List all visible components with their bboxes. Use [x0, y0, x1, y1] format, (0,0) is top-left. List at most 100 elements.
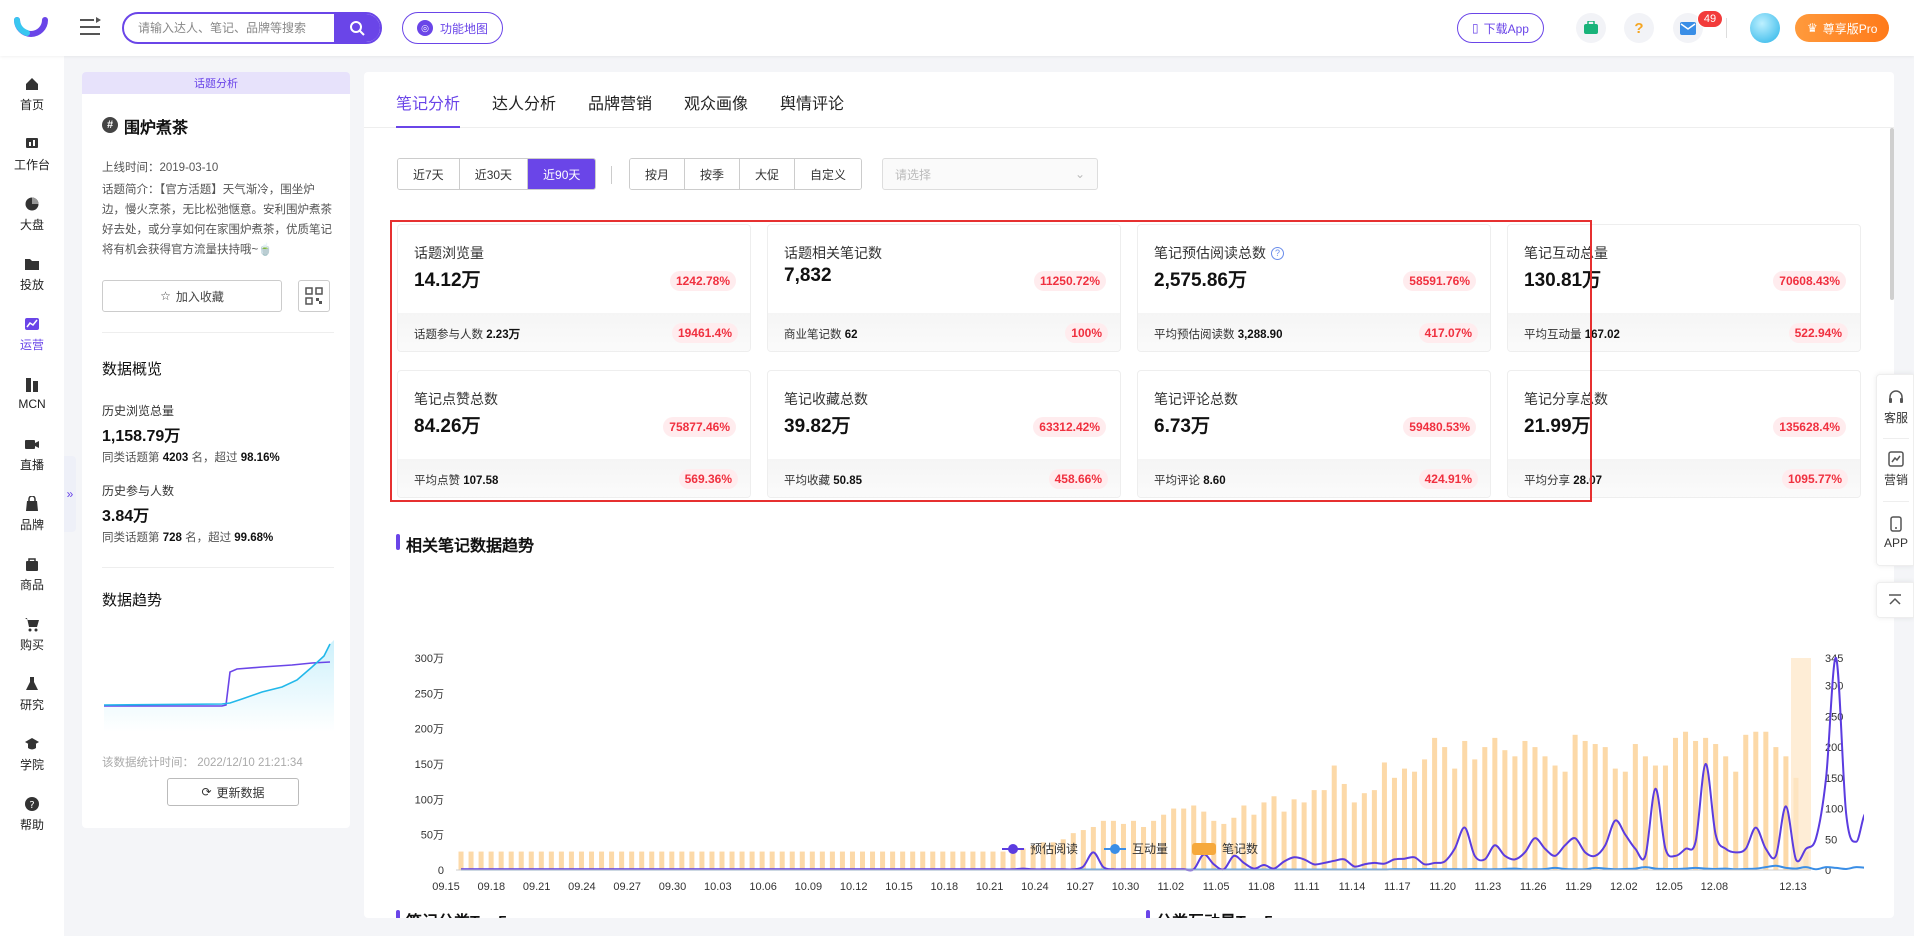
notes-bar[interactable] — [649, 851, 655, 870]
notes-bar[interactable] — [960, 851, 966, 870]
notes-bar[interactable] — [1090, 826, 1096, 870]
scrollbar[interactable] — [1890, 128, 1894, 300]
notes-bar[interactable] — [1381, 762, 1387, 870]
notes-bar[interactable] — [1672, 737, 1679, 870]
tab-influencer-analysis[interactable]: 达人分析 — [492, 90, 556, 114]
notes-bar[interactable] — [890, 851, 896, 870]
notes-bar[interactable] — [1331, 765, 1337, 870]
notes-bar[interactable] — [1753, 731, 1759, 870]
sidebar-item-7[interactable]: 品牌 — [0, 488, 64, 540]
notes-bar[interactable] — [679, 851, 685, 870]
notes-bar[interactable] — [1432, 737, 1438, 870]
notes-bar[interactable] — [859, 851, 866, 870]
notes-bar[interactable] — [538, 851, 544, 870]
notes-bar[interactable] — [1401, 768, 1408, 870]
function-map-button[interactable]: ◎ 功能地图 — [402, 12, 504, 44]
period-promotion[interactable]: 大促 — [740, 159, 796, 189]
notes-bar[interactable] — [920, 851, 926, 870]
notes-bar[interactable] — [1572, 734, 1578, 870]
notes-bar[interactable] — [599, 851, 605, 870]
notes-bar[interactable] — [1191, 805, 1197, 870]
notes-bar[interactable] — [719, 851, 725, 870]
notes-bar[interactable] — [950, 851, 956, 870]
sidebar-item-12[interactable]: ? 帮助 — [0, 788, 64, 840]
notes-bar[interactable] — [849, 851, 855, 870]
notes-bar[interactable] — [1171, 808, 1177, 870]
notes-bar[interactable] — [1592, 744, 1598, 870]
notes-bar[interactable] — [1361, 793, 1367, 870]
notes-bar[interactable] — [1452, 768, 1458, 870]
period-custom[interactable]: 自定义 — [795, 159, 862, 189]
notes-bar[interactable] — [548, 851, 554, 870]
notes-bar[interactable] — [1733, 771, 1739, 870]
notes-bar[interactable] — [568, 851, 574, 870]
add-favorite-button[interactable]: ☆ 加入收藏 — [102, 280, 282, 312]
notes-bar[interactable] — [1391, 777, 1397, 870]
notes-bar[interactable] — [1462, 740, 1468, 870]
qrcode-button[interactable] — [298, 280, 330, 312]
notes-bar[interactable] — [1482, 747, 1488, 870]
range-90-days[interactable]: 近90天 — [528, 159, 596, 189]
notes-bar[interactable] — [1562, 771, 1568, 870]
sidebar-item-0[interactable]: 首页 — [0, 68, 64, 120]
notes-bar[interactable] — [1512, 756, 1518, 870]
range-30-days[interactable]: 近30天 — [459, 159, 529, 189]
tab-brand-marketing[interactable]: 品牌营销 — [588, 90, 652, 114]
notes-bar[interactable] — [659, 851, 665, 870]
notes-bar[interactable] — [1502, 750, 1508, 870]
notes-bar[interactable] — [1371, 790, 1377, 870]
notes-bar[interactable] — [809, 851, 815, 870]
notes-bar[interactable] — [980, 851, 986, 870]
range-7-days[interactable]: 近7天 — [398, 159, 460, 189]
notes-bar[interactable] — [1703, 737, 1709, 870]
notes-bar[interactable] — [1321, 790, 1327, 870]
period-quarter[interactable]: 按季 — [685, 159, 741, 189]
notes-bar[interactable] — [609, 851, 615, 870]
tab-sentiment-comments[interactable]: 舆情评论 — [780, 90, 844, 114]
notes-bar[interactable] — [629, 851, 635, 870]
notes-bar[interactable] — [478, 851, 484, 870]
notes-bar[interactable] — [1181, 808, 1187, 870]
toolbox-button[interactable] — [1576, 13, 1606, 43]
sidebar-item-5[interactable]: MCN — [0, 368, 64, 420]
period-select[interactable]: 请选择 ⌄ — [882, 158, 1098, 190]
notes-bar[interactable] — [1622, 771, 1628, 870]
period-month[interactable]: 按月 — [630, 159, 686, 189]
back-to-top-button[interactable] — [1876, 582, 1914, 618]
notes-bar[interactable] — [1492, 737, 1498, 870]
notes-bar[interactable] — [709, 851, 715, 870]
notes-bar[interactable] — [669, 851, 675, 870]
notes-bar[interactable] — [508, 851, 514, 870]
notes-bar[interactable] — [880, 851, 886, 870]
notes-bar[interactable] — [779, 851, 785, 870]
sidebar-item-10[interactable]: 研究 — [0, 668, 64, 720]
notes-bar[interactable] — [1652, 765, 1658, 870]
notes-bar[interactable] — [619, 851, 625, 870]
app-button[interactable]: APP — [1877, 505, 1914, 561]
notes-bar[interactable] — [990, 851, 996, 870]
notes-bar[interactable] — [1532, 747, 1538, 870]
notes-bar[interactable] — [689, 851, 695, 870]
menu-toggle-icon[interactable] — [80, 17, 102, 37]
search-button[interactable] — [334, 14, 380, 42]
notes-bar[interactable] — [528, 851, 534, 870]
sidebar-item-2[interactable]: 大盘 — [0, 188, 64, 240]
legend-notes[interactable]: 笔记数 — [1192, 840, 1258, 857]
sidebar-item-11[interactable]: 学院 — [0, 728, 64, 780]
sidebar-item-9[interactable]: 购买 — [0, 608, 64, 660]
notes-bar[interactable] — [468, 851, 474, 870]
notes-bar[interactable] — [789, 851, 795, 870]
sidebar-item-4[interactable]: 运营 — [0, 308, 64, 360]
notes-bar[interactable] — [1261, 802, 1267, 870]
notes-bar[interactable] — [1612, 768, 1618, 870]
marketing-button[interactable]: 营销 — [1877, 441, 1914, 497]
notes-bar[interactable] — [1341, 783, 1347, 870]
notes-bar[interactable] — [639, 851, 645, 870]
sidebar-item-1[interactable]: 工作台 — [0, 128, 64, 180]
notes-bar[interactable] — [488, 851, 494, 870]
notes-bar[interactable] — [1351, 802, 1357, 870]
notes-bar[interactable] — [1602, 747, 1608, 870]
notes-bar[interactable] — [940, 851, 946, 870]
notes-bar[interactable] — [558, 851, 564, 870]
logo-icon[interactable] — [14, 14, 48, 42]
